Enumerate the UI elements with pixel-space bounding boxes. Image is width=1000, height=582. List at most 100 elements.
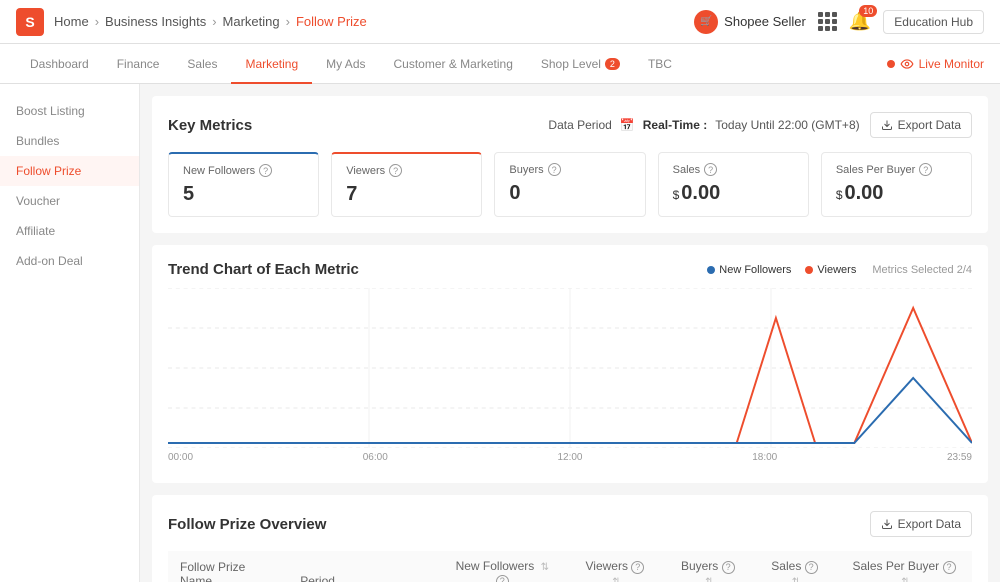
tab-dashboard[interactable]: Dashboard bbox=[16, 44, 103, 84]
th-nf-info[interactable]: ? bbox=[496, 575, 509, 582]
metric-buyers-value: 0 bbox=[509, 182, 630, 205]
tab-shop-level[interactable]: Shop Level2 bbox=[527, 44, 634, 84]
tab-customer-marketing[interactable]: Customer & Marketing bbox=[380, 44, 527, 84]
export-label: Export Data bbox=[898, 118, 961, 132]
export-data-button[interactable]: Export Data bbox=[870, 112, 972, 138]
chart-title: Trend Chart of Each Metric bbox=[168, 261, 359, 278]
sales-info-icon[interactable]: ? bbox=[704, 163, 717, 176]
breadcrumb: S Home › Business Insights › Marketing ›… bbox=[16, 8, 367, 36]
breadcrumb-business[interactable]: Business Insights bbox=[105, 14, 206, 29]
table-wrap: Follow Prize Name Period New Followers ⇅… bbox=[168, 551, 972, 582]
sidebar: Boost Listing Bundles Follow Prize Vouch… bbox=[0, 84, 140, 582]
th-sales-info[interactable]: ? bbox=[805, 561, 818, 574]
new-followers-info-icon[interactable]: ? bbox=[259, 164, 272, 177]
metric-new-followers-label: New Followers ? bbox=[183, 164, 304, 177]
sidebar-item-voucher[interactable]: Voucher bbox=[0, 186, 139, 216]
key-metrics-section: Key Metrics Data Period 📅 Real-Time : To… bbox=[152, 96, 988, 233]
sidebar-item-follow-prize[interactable]: Follow Prize bbox=[0, 156, 139, 186]
th-spb-info[interactable]: ? bbox=[943, 561, 956, 574]
metric-sales-per-buyer: Sales Per Buyer ? $ 0.00 bbox=[821, 152, 972, 217]
sort-icon-spb[interactable]: ⇅ bbox=[901, 577, 909, 582]
sort-icon-v[interactable]: ⇅ bbox=[612, 577, 620, 582]
key-metrics-header: Key Metrics Data Period 📅 Real-Time : To… bbox=[168, 112, 972, 138]
export-icon bbox=[881, 119, 893, 131]
sidebar-item-affiliate[interactable]: Affiliate bbox=[0, 216, 139, 246]
live-dot-icon bbox=[887, 60, 895, 68]
metric-viewers-label: Viewers ? bbox=[346, 164, 467, 177]
spb-info-icon[interactable]: ? bbox=[919, 163, 932, 176]
metric-spb-value: $ 0.00 bbox=[836, 182, 957, 205]
th-name: Follow Prize Name bbox=[168, 551, 288, 582]
sep3: › bbox=[286, 14, 290, 29]
sidebar-item-boost[interactable]: Boost Listing bbox=[0, 96, 139, 126]
th-viewers: Viewers ? ⇅ bbox=[567, 551, 662, 582]
sort-icon-s[interactable]: ⇅ bbox=[792, 577, 800, 582]
metrics-row: New Followers ? 5 Viewers ? 7 Buyers ? bbox=[168, 152, 972, 217]
chart-area bbox=[168, 288, 972, 448]
buyers-info-icon[interactable]: ? bbox=[548, 163, 561, 176]
seller-icon: 🛒 bbox=[694, 10, 718, 34]
th-new-followers: New Followers ⇅ ? bbox=[437, 551, 567, 582]
notification-button[interactable]: 🔔 10 bbox=[849, 11, 871, 32]
shop-level-badge: 2 bbox=[605, 58, 620, 70]
metric-spb-label: Sales Per Buyer ? bbox=[836, 163, 957, 176]
sort-icon-nf[interactable]: ⇅ bbox=[541, 562, 549, 573]
main-content: Key Metrics Data Period 📅 Real-Time : To… bbox=[140, 84, 1000, 582]
seller-name: Shopee Seller bbox=[724, 14, 806, 29]
th-buyers-info[interactable]: ? bbox=[722, 561, 735, 574]
overview-section: Follow Prize Overview Export Data Follow… bbox=[152, 495, 988, 582]
sidebar-item-addon[interactable]: Add-on Deal bbox=[0, 246, 139, 276]
live-monitor-icon bbox=[900, 57, 914, 71]
metric-sales: Sales ? $ 0.00 bbox=[658, 152, 809, 217]
th-sales: Sales ? ⇅ bbox=[753, 551, 836, 582]
seller-button[interactable]: 🛒 Shopee Seller bbox=[694, 10, 806, 34]
sub-nav-tabs: Dashboard Finance Sales Marketing My Ads… bbox=[16, 44, 686, 84]
sep2: › bbox=[212, 14, 216, 29]
x-label-1: 06:00 bbox=[363, 452, 388, 463]
th-spb: Sales Per Buyer ? ⇅ bbox=[836, 551, 972, 582]
metric-new-followers: New Followers ? 5 bbox=[168, 152, 319, 217]
tab-marketing[interactable]: Marketing bbox=[231, 44, 312, 84]
sidebar-item-bundles[interactable]: Bundles bbox=[0, 126, 139, 156]
realtime-label: Real-Time : bbox=[643, 118, 707, 132]
chart-legend: New Followers Viewers bbox=[707, 264, 856, 276]
legend-new-followers-label: New Followers bbox=[719, 264, 791, 276]
tab-tbc[interactable]: TBC bbox=[634, 44, 686, 84]
live-monitor-button[interactable]: Live Monitor bbox=[887, 57, 984, 71]
metric-viewers-value: 7 bbox=[346, 183, 467, 206]
sep1: › bbox=[95, 14, 99, 29]
overview-export-icon bbox=[881, 518, 893, 530]
data-period-label: Data Period bbox=[548, 118, 611, 132]
x-label-2: 12:00 bbox=[557, 452, 582, 463]
sub-nav: Dashboard Finance Sales Marketing My Ads… bbox=[0, 44, 1000, 84]
data-period: Data Period 📅 Real-Time : Today Until 22… bbox=[548, 118, 859, 132]
legend-dot-blue bbox=[707, 266, 715, 274]
grid-menu-icon[interactable] bbox=[818, 12, 837, 31]
x-axis: 00:00 06:00 12:00 18:00 23:59 bbox=[168, 448, 972, 467]
trend-chart-section: Trend Chart of Each Metric New Followers… bbox=[152, 245, 988, 483]
chart-svg bbox=[168, 288, 972, 448]
metric-sales-label: Sales ? bbox=[673, 163, 794, 176]
breadcrumb-marketing[interactable]: Marketing bbox=[223, 14, 280, 29]
overview-export-button[interactable]: Export Data bbox=[870, 511, 972, 537]
sort-icon-b[interactable]: ⇅ bbox=[705, 577, 713, 582]
key-metrics-title: Key Metrics bbox=[168, 117, 252, 134]
breadcrumb-home[interactable]: Home bbox=[54, 14, 89, 29]
overview-table: Follow Prize Name Period New Followers ⇅… bbox=[168, 551, 972, 582]
tab-finance[interactable]: Finance bbox=[103, 44, 174, 84]
top-nav: S Home › Business Insights › Marketing ›… bbox=[0, 0, 1000, 44]
shopee-logo: S bbox=[16, 8, 44, 36]
th-viewers-info[interactable]: ? bbox=[631, 561, 644, 574]
legend-new-followers: New Followers bbox=[707, 264, 791, 276]
viewers-info-icon[interactable]: ? bbox=[389, 164, 402, 177]
realtime-value: Today Until 22:00 (GMT+8) bbox=[715, 118, 859, 132]
tab-sales[interactable]: Sales bbox=[173, 44, 231, 84]
tab-my-ads[interactable]: My Ads bbox=[312, 44, 379, 84]
chart-header: Trend Chart of Each Metric New Followers… bbox=[168, 261, 972, 278]
nav-right: 🛒 Shopee Seller 🔔 10 Education Hub bbox=[694, 10, 984, 34]
notif-badge: 10 bbox=[859, 5, 877, 17]
legend-dot-red bbox=[805, 266, 813, 274]
legend-viewers: Viewers bbox=[805, 264, 856, 276]
education-hub-button[interactable]: Education Hub bbox=[883, 10, 984, 34]
metric-new-followers-value: 5 bbox=[183, 183, 304, 206]
